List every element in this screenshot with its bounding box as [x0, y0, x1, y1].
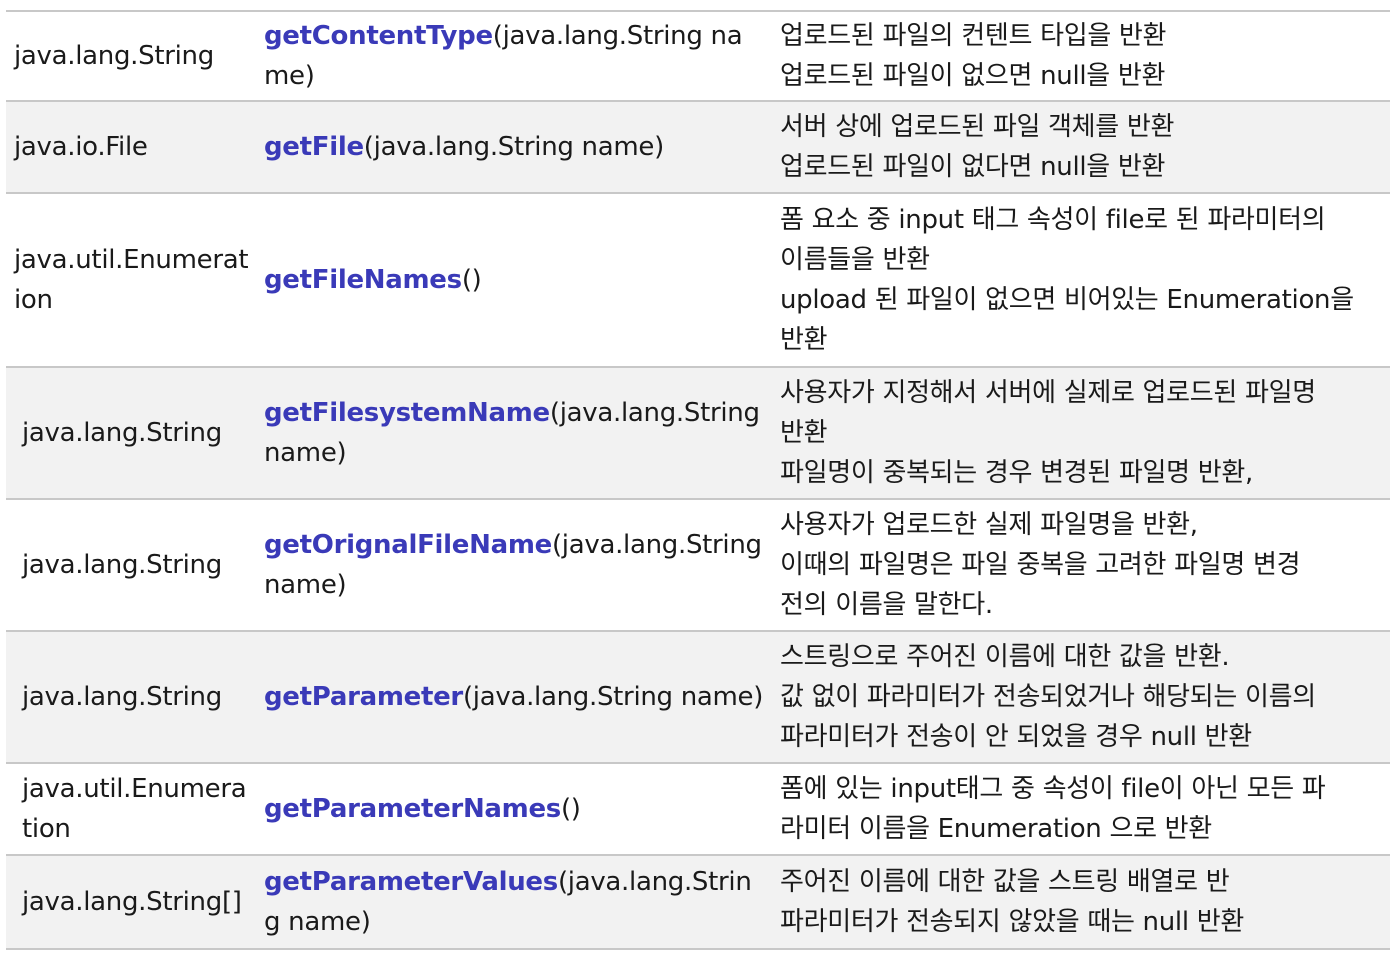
return-type-text: java.lang.String[]	[22, 887, 242, 917]
return-type-cell: java.lang.String	[6, 368, 256, 498]
description-line: 전의 이름을 말한다.	[780, 590, 993, 620]
return-type-text: java.util.Enumeration	[14, 245, 249, 315]
description-cell: 서버 상에 업로드된 파일 객체를 반환 업로드된 파일이 없다면 null을 …	[772, 102, 1390, 192]
description-cell: 주어진 이름에 대한 값을 스트링 배열로 반 파라미터가 전송되지 않았을 때…	[772, 856, 1390, 948]
description-line: 라미터 이름을 Enumeration 으로 반환	[780, 814, 1212, 844]
method-params: ()	[461, 265, 482, 295]
description-line: upload 된 파일이 없으면 비어있는 Enumeration을	[780, 285, 1354, 315]
method-signature-cell: getContentType(java.lang.String name)	[256, 12, 772, 100]
method-name: getContentType	[264, 21, 493, 51]
method-signature-cell: getFilesystemName(java.lang.String name)	[256, 368, 772, 498]
return-type-text: java.lang.String	[22, 682, 222, 712]
description-line: 파일명이 중복되는 경우 변경된 파일명 반환,	[780, 458, 1253, 488]
return-type-text: java.util.Enumeration	[22, 774, 247, 844]
table-row: java.util.Enumeration getFileNames() 폼 요…	[6, 194, 1390, 368]
method-name: getFile	[264, 132, 364, 162]
return-type-cell: java.lang.String	[6, 12, 256, 100]
method-signature-cell: getFile(java.lang.String name)	[256, 102, 772, 192]
return-type-cell: java.util.Enumeration	[6, 764, 256, 854]
description-line: 폼 요소 중 input 태그 속성이 file로 된 파라미터의	[780, 205, 1326, 235]
description-line: 스트링으로 주어진 이름에 대한 값을 반환.	[780, 642, 1230, 672]
description-line: 값 없이 파라미터가 전송되었거나 해당되는 이름의	[780, 682, 1316, 712]
description-line: 업로드된 파일이 없다면 null을 반환	[780, 152, 1166, 182]
description-line: 사용자가 업로드한 실제 파일명을 반환,	[780, 510, 1198, 540]
description-cell: 사용자가 지정해서 서버에 실제로 업로드된 파일명 반환 파일명이 중복되는 …	[772, 368, 1390, 498]
return-type-text: java.io.File	[14, 132, 148, 162]
table-row: java.lang.String[] getParameterValues(ja…	[6, 856, 1390, 950]
return-type-cell: java.lang.String[]	[6, 856, 256, 948]
table-row: java.lang.String getContentType(java.lan…	[6, 12, 1390, 102]
method-name: getParameter	[264, 682, 463, 712]
return-type-cell: java.lang.String	[6, 500, 256, 630]
method-name: getFilesystemName	[264, 398, 550, 428]
description-line: 파라미터가 전송이 안 되었을 경우 null 반환	[780, 722, 1252, 752]
description-line: 업로드된 파일이 없으면 null을 반환	[780, 61, 1166, 91]
description-line: 이름들을 반환	[780, 245, 930, 275]
method-signature-cell: getOrignalFileName(java.lang.String name…	[256, 500, 772, 630]
table-row: java.lang.String getOrignalFileName(java…	[6, 500, 1390, 632]
return-type-cell: java.util.Enumeration	[6, 194, 256, 366]
description-line: 폼에 있는 input태그 중 속성이 file이 아닌 모든 파	[780, 774, 1326, 804]
description-cell: 폼 요소 중 input 태그 속성이 file로 된 파라미터의 이름들을 반…	[772, 194, 1390, 366]
description-line: 서버 상에 업로드된 파일 객체를 반환	[780, 112, 1175, 142]
return-type-cell: java.lang.String	[6, 632, 256, 762]
table-row: java.util.Enumeration getParameterNames(…	[6, 764, 1390, 856]
table-row: java.io.File getFile(java.lang.String na…	[6, 102, 1390, 194]
method-params: (java.lang.String name)	[462, 682, 764, 712]
description-line: 파라미터가 전송되지 않았을 때는 null 반환	[780, 907, 1244, 937]
method-signature-cell: getParameter(java.lang.String name)	[256, 632, 772, 762]
method-name: getParameterNames	[264, 794, 561, 824]
description-line: 주어진 이름에 대한 값을 스트링 배열로 반	[780, 867, 1230, 897]
description-cell: 업로드된 파일의 컨텐트 타입을 반환 업로드된 파일이 없으면 null을 반…	[772, 12, 1390, 100]
api-method-table: java.lang.String getContentType(java.lan…	[6, 10, 1390, 950]
method-signature-cell: getParameterValues(java.lang.String name…	[256, 856, 772, 948]
table-row: java.lang.String getFilesystemName(java.…	[6, 368, 1390, 500]
method-signature-cell: getFileNames()	[256, 194, 772, 366]
method-name: getFileNames	[264, 265, 462, 295]
method-signature-cell: getParameterNames()	[256, 764, 772, 854]
description-line: 반환	[780, 418, 828, 448]
description-line: 반환	[780, 325, 828, 355]
method-params: ()	[560, 794, 581, 824]
return-type-text: java.lang.String	[22, 418, 222, 448]
description-cell: 폼에 있는 input태그 중 속성이 file이 아닌 모든 파 라미터 이름…	[772, 764, 1390, 854]
description-cell: 스트링으로 주어진 이름에 대한 값을 반환. 값 없이 파라미터가 전송되었거…	[772, 632, 1390, 762]
description-line: 업로드된 파일의 컨텐트 타입을 반환	[780, 21, 1167, 51]
table-row: java.lang.String getParameter(java.lang.…	[6, 632, 1390, 764]
return-type-text: java.lang.String	[22, 550, 222, 580]
description-line: 사용자가 지정해서 서버에 실제로 업로드된 파일명	[780, 378, 1316, 408]
return-type-text: java.lang.String	[14, 41, 214, 71]
method-params: (java.lang.String name)	[363, 132, 664, 162]
method-name: getParameterValues	[264, 867, 558, 897]
method-name: getOrignalFileName	[264, 530, 552, 560]
description-cell: 사용자가 업로드한 실제 파일명을 반환, 이때의 파일명은 파일 중복을 고려…	[772, 500, 1390, 630]
return-type-cell: java.io.File	[6, 102, 256, 192]
description-line: 이때의 파일명은 파일 중복을 고려한 파일명 변경	[780, 550, 1301, 580]
